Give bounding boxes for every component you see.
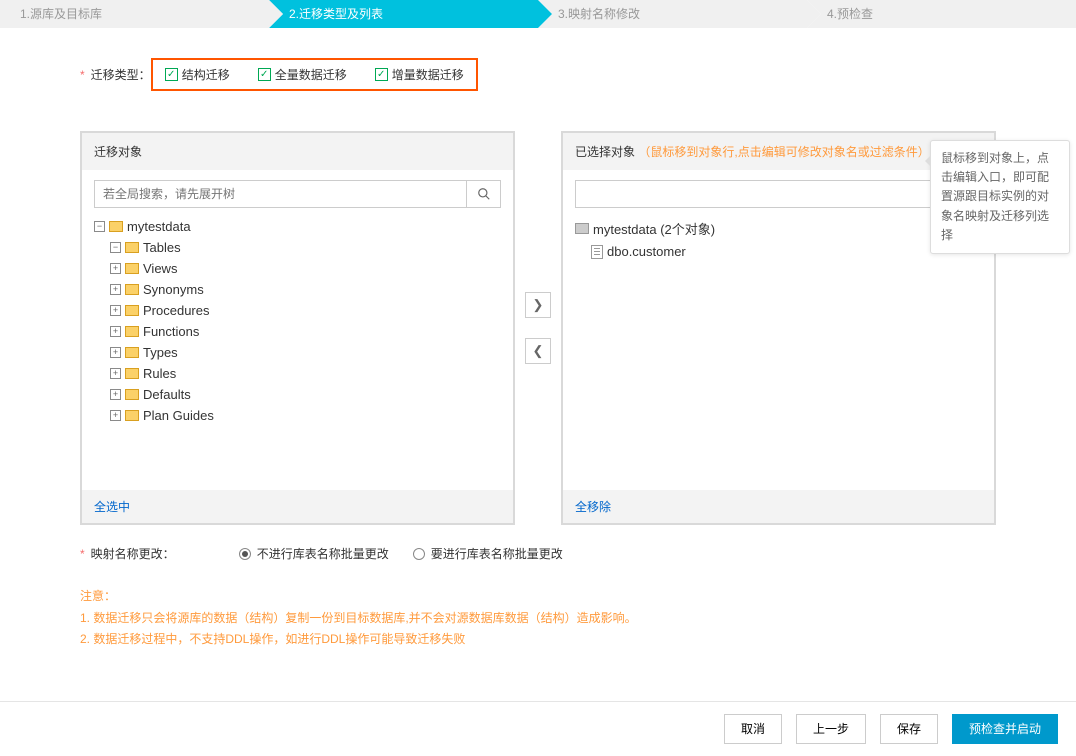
source-tree: −mytestdata −Tables +Views +Synonyms +Pr…: [94, 216, 501, 426]
chk-incremental[interactable]: ✓增量数据迁移: [375, 66, 464, 83]
tree-node[interactable]: +Functions: [94, 321, 501, 342]
step-1[interactable]: 1.源库及目标库: [0, 0, 269, 28]
prev-button[interactable]: 上一步: [796, 714, 866, 744]
folder-icon: [125, 326, 139, 337]
folder-icon: [125, 284, 139, 295]
step-3[interactable]: 3.映射名称修改: [538, 0, 807, 28]
search-icon[interactable]: [466, 181, 500, 207]
mapping-opt-no[interactable]: 不进行库表名称批量更改: [239, 545, 389, 562]
selected-item[interactable]: dbo.customer: [575, 241, 982, 262]
tree-node[interactable]: +Types: [94, 342, 501, 363]
folder-icon: [109, 221, 123, 232]
migration-type-box: ✓结构迁移 ✓全量数据迁移 ✓增量数据迁移: [151, 58, 478, 91]
check-icon: ✓: [375, 68, 388, 81]
tree-node[interactable]: +Procedures: [94, 300, 501, 321]
folder-icon: [125, 242, 139, 253]
expand-icon[interactable]: +: [110, 368, 121, 379]
required-marker: *: [80, 68, 85, 82]
tree-node[interactable]: +Rules: [94, 363, 501, 384]
folder-icon: [125, 410, 139, 421]
add-button[interactable]: ❯: [525, 292, 551, 318]
selected-search: [575, 180, 982, 208]
save-button[interactable]: 保存: [880, 714, 938, 744]
radio-icon: [413, 548, 425, 560]
radio-icon: [239, 548, 251, 560]
folder-icon: [125, 389, 139, 400]
selected-hint: （鼠标移到对象行,点击编辑可修改对象名或过滤条件）: [638, 145, 929, 159]
select-all-link[interactable]: 全选中: [82, 490, 513, 523]
footer-actions: 取消 上一步 保存 预检查并启动: [0, 701, 1076, 756]
source-search-input[interactable]: [95, 181, 466, 207]
migration-type-label: 迁移类型：: [91, 66, 151, 83]
folder-icon: [125, 263, 139, 274]
tree-node[interactable]: +Synonyms: [94, 279, 501, 300]
selected-search-input[interactable]: [576, 181, 947, 207]
required-marker: *: [80, 547, 85, 561]
tree-root[interactable]: −mytestdata: [94, 216, 501, 237]
folder-icon: [575, 223, 589, 234]
notice-title: 注意：: [80, 586, 996, 608]
cancel-button[interactable]: 取消: [724, 714, 782, 744]
migration-type-row: * 迁移类型： ✓结构迁移 ✓全量数据迁移 ✓增量数据迁移: [80, 58, 996, 91]
collapse-icon[interactable]: −: [94, 221, 105, 232]
notice-block: 注意： 1. 数据迁移只会将源库的数据（结构）复制一份到目标数据库,并不会对源数…: [80, 586, 996, 651]
chk-structure[interactable]: ✓结构迁移: [165, 66, 230, 83]
mapping-opt-yes[interactable]: 要进行库表名称批量更改: [413, 545, 563, 562]
file-icon: [591, 245, 603, 259]
notice-line: 1. 数据迁移只会将源库的数据（结构）复制一份到目标数据库,并不会对源数据库数据…: [80, 608, 996, 630]
source-objects-panel: 迁移对象 −mytestdata −Tables +Views +Synonym…: [80, 131, 515, 525]
precheck-button[interactable]: 预检查并启动: [952, 714, 1058, 744]
expand-icon[interactable]: +: [110, 389, 121, 400]
source-panel-title: 迁移对象: [82, 133, 513, 170]
collapse-icon[interactable]: −: [110, 242, 121, 253]
expand-icon[interactable]: +: [110, 410, 121, 421]
hint-tooltip: 鼠标移到对象上，点击编辑入口，即可配置源跟目标实例的对象名映射及迁移列选择: [930, 140, 1070, 254]
step-4[interactable]: 4.预检查: [807, 0, 1076, 28]
check-icon: ✓: [258, 68, 271, 81]
source-search: [94, 180, 501, 208]
mapping-row: * 映射名称更改： 不进行库表名称批量更改 要进行库表名称批量更改: [80, 545, 996, 562]
folder-icon: [125, 347, 139, 358]
selected-title: 已选择对象: [575, 145, 635, 159]
expand-icon[interactable]: +: [110, 284, 121, 295]
mapping-label: 映射名称更改：: [91, 547, 175, 561]
step-2[interactable]: 2.迁移类型及列表: [269, 0, 538, 28]
tree-node[interactable]: +Views: [94, 258, 501, 279]
folder-icon: [125, 368, 139, 379]
selected-tree: mytestdata (2个对象) dbo.customer: [575, 216, 982, 262]
tree-node[interactable]: +Plan Guides: [94, 405, 501, 426]
expand-icon[interactable]: +: [110, 263, 121, 274]
chk-full[interactable]: ✓全量数据迁移: [258, 66, 347, 83]
notice-line: 2. 数据迁移过程中，不支持DDL操作，如进行DDL操作可能导致迁移失败: [80, 629, 996, 651]
wizard-steps: 1.源库及目标库 2.迁移类型及列表 3.映射名称修改 4.预检查: [0, 0, 1076, 28]
tree-node[interactable]: +Defaults: [94, 384, 501, 405]
remove-button[interactable]: ❮: [525, 338, 551, 364]
expand-icon[interactable]: +: [110, 347, 121, 358]
remove-all-link[interactable]: 全移除: [563, 490, 994, 523]
folder-icon: [125, 305, 139, 316]
transfer-buttons: ❯ ❮: [525, 131, 551, 525]
expand-icon[interactable]: +: [110, 305, 121, 316]
check-icon: ✓: [165, 68, 178, 81]
tree-node[interactable]: −Tables: [94, 237, 501, 258]
expand-icon[interactable]: +: [110, 326, 121, 337]
selected-root[interactable]: mytestdata (2个对象): [575, 216, 982, 241]
